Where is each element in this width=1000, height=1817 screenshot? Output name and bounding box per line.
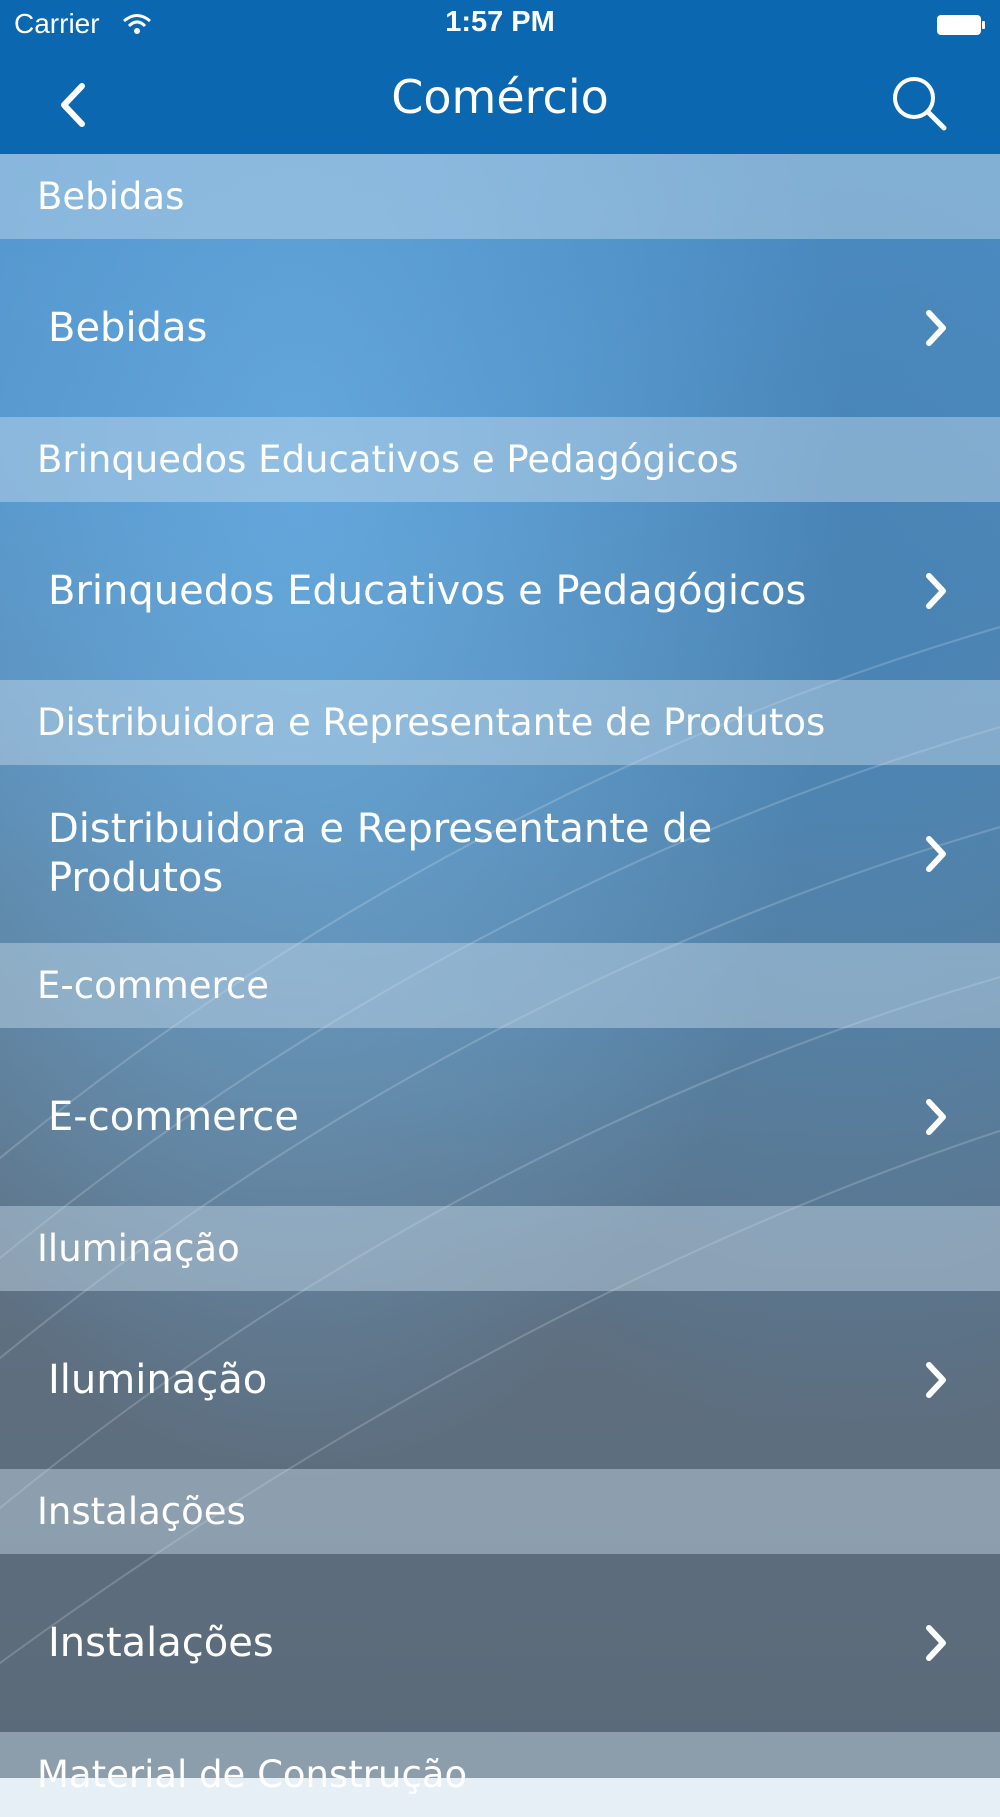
list-item[interactable]: Iluminação <box>0 1291 1000 1469</box>
section-header: Brinquedos Educativos e Pedagógicos <box>0 417 1000 502</box>
chevron-right-icon <box>926 1099 946 1135</box>
chevron-right-icon <box>926 1362 946 1398</box>
section-header: Iluminação <box>0 1206 1000 1291</box>
list-item-label: Iluminação <box>48 1356 268 1403</box>
list-item-label: Instalações <box>48 1619 274 1666</box>
navigation-bar: Comércio <box>0 52 1000 154</box>
section-header: Distribuidora e Representante de Produto… <box>0 680 1000 765</box>
list-item[interactable]: Distribuidora e Representante de Produto… <box>0 765 1000 943</box>
list-item-label: E-commerce <box>48 1093 299 1140</box>
status-time: 1:57 PM <box>445 6 555 38</box>
search-icon <box>893 77 947 131</box>
section-header: Material de Construção <box>0 1732 1000 1817</box>
section-header: Instalações <box>0 1469 1000 1554</box>
battery-icon <box>937 15 985 35</box>
list-item-label: Distribuidora e Representante de Produto… <box>48 806 713 901</box>
search-button[interactable] <box>890 74 950 134</box>
category-list: Bebidas Bebidas Brinquedos Educativos e … <box>0 154 1000 1817</box>
section-header-label: Distribuidora e Representante de Produto… <box>37 701 826 744</box>
section-header-label: Material de Construção <box>37 1753 468 1796</box>
status-bar: Carrier 1:57 PM <box>0 0 1000 52</box>
section-header: E-commerce <box>0 943 1000 1028</box>
chevron-right-icon <box>926 573 946 609</box>
section-header-label: Iluminação <box>37 1227 240 1270</box>
section-header-label: Instalações <box>37 1490 246 1533</box>
chevron-right-icon <box>926 1625 946 1661</box>
list-item[interactable]: Brinquedos Educativos e Pedagógicos <box>0 502 1000 680</box>
section-header-label: Bebidas <box>37 175 185 218</box>
chevron-right-icon <box>926 836 946 872</box>
list-item[interactable]: Bebidas <box>0 239 1000 417</box>
list-item[interactable]: Instalações <box>0 1554 1000 1732</box>
chevron-right-icon <box>926 310 946 346</box>
section-header: Bebidas <box>0 154 1000 239</box>
page-title: Comércio <box>391 70 609 124</box>
list-item-label: Brinquedos Educativos e Pedagógicos <box>48 567 807 614</box>
section-header-label: E-commerce <box>37 964 270 1007</box>
section-header-label: Brinquedos Educativos e Pedagógicos <box>37 438 739 481</box>
list-item[interactable]: E-commerce <box>0 1028 1000 1206</box>
list-item-label: Bebidas <box>48 304 208 351</box>
